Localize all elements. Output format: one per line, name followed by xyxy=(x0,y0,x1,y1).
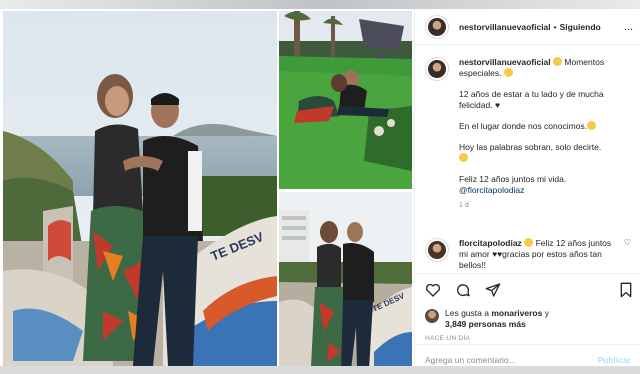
likes-summary: Les gusta a monariveros y 3,849 personas … xyxy=(425,308,549,330)
bookmark-save-icon[interactable] xyxy=(619,282,633,298)
commenter-avatar[interactable] xyxy=(425,238,449,262)
more-options-icon[interactable]: ... xyxy=(624,21,633,33)
publish-button[interactable]: Publicar xyxy=(597,355,631,365)
heart-eyes-emoji-icon xyxy=(587,121,597,130)
comment-like-icon[interactable]: ♡ xyxy=(624,238,631,271)
like-heart-icon[interactable] xyxy=(425,282,441,298)
caption-line-3: En el lugar donde nos conocimos. xyxy=(459,121,588,131)
share-send-icon[interactable] xyxy=(485,282,501,298)
liker-avatar[interactable] xyxy=(425,309,439,323)
commenter-username[interactable]: florcitapolodiaz xyxy=(459,238,522,248)
caption-author-avatar[interactable] xyxy=(425,57,449,81)
main-photo[interactable]: TE DESV xyxy=(3,11,277,371)
separator-dot: • xyxy=(553,21,557,32)
comment-bubble-icon[interactable] xyxy=(455,282,471,298)
caption-mention-link[interactable]: @florcitapolodiaz xyxy=(459,185,524,195)
post-panel: nestorvillanuevaoficial • Siguiendo ... … xyxy=(414,9,640,374)
smile-emoji-icon xyxy=(553,57,563,66)
bottom-band xyxy=(0,366,640,374)
author-username[interactable]: nestorvillanuevaoficial xyxy=(459,22,551,32)
top-right-photo[interactable] xyxy=(279,11,412,189)
likes-suffix: y xyxy=(544,308,549,318)
top-band xyxy=(0,0,640,9)
caption-username[interactable]: nestorvillanuevaoficial xyxy=(459,57,551,67)
post-timestamp[interactable]: HACE UN DÍA xyxy=(425,335,470,342)
instagram-post-frame: TE DESV TE DESV nestorvillanuevaoficial … xyxy=(0,9,640,374)
photo-collage: TE DESV TE DESV xyxy=(0,9,414,374)
likes-prefix: Les gusta a xyxy=(445,308,489,318)
blush-emoji-icon xyxy=(459,153,468,162)
caption-line-4: Hoy las palabras sobran, solo decirte. xyxy=(459,142,602,152)
heart-emoji-icon: ♥ xyxy=(494,100,500,110)
liker-username[interactable]: monariveros xyxy=(491,308,542,318)
bottom-right-photo[interactable]: TE DESV xyxy=(279,192,412,372)
comment-item: florcitapolodiaz Feliz 12 años juntos mi… xyxy=(425,238,631,271)
follow-button[interactable]: Siguiendo xyxy=(560,22,601,32)
heart-emoji-icon: ♥♥ xyxy=(492,249,503,259)
add-comment-input[interactable]: Agrega un comentario... xyxy=(425,355,516,365)
smile-emoji-icon xyxy=(524,238,534,247)
caption-line-5: Feliz 12 años juntos mi vida. xyxy=(459,174,567,184)
author-avatar[interactable] xyxy=(425,14,449,39)
likes-count[interactable]: 3,849 personas más xyxy=(445,319,526,329)
post-caption: nestorvillanuevaoficial Momentos especia… xyxy=(425,57,631,209)
caption-line-2: 12 años de estar a tu lado y de mucha fe… xyxy=(459,89,604,110)
smile-emoji-icon xyxy=(503,68,513,77)
post-header: nestorvillanuevaoficial • Siguiendo ... xyxy=(415,9,640,45)
